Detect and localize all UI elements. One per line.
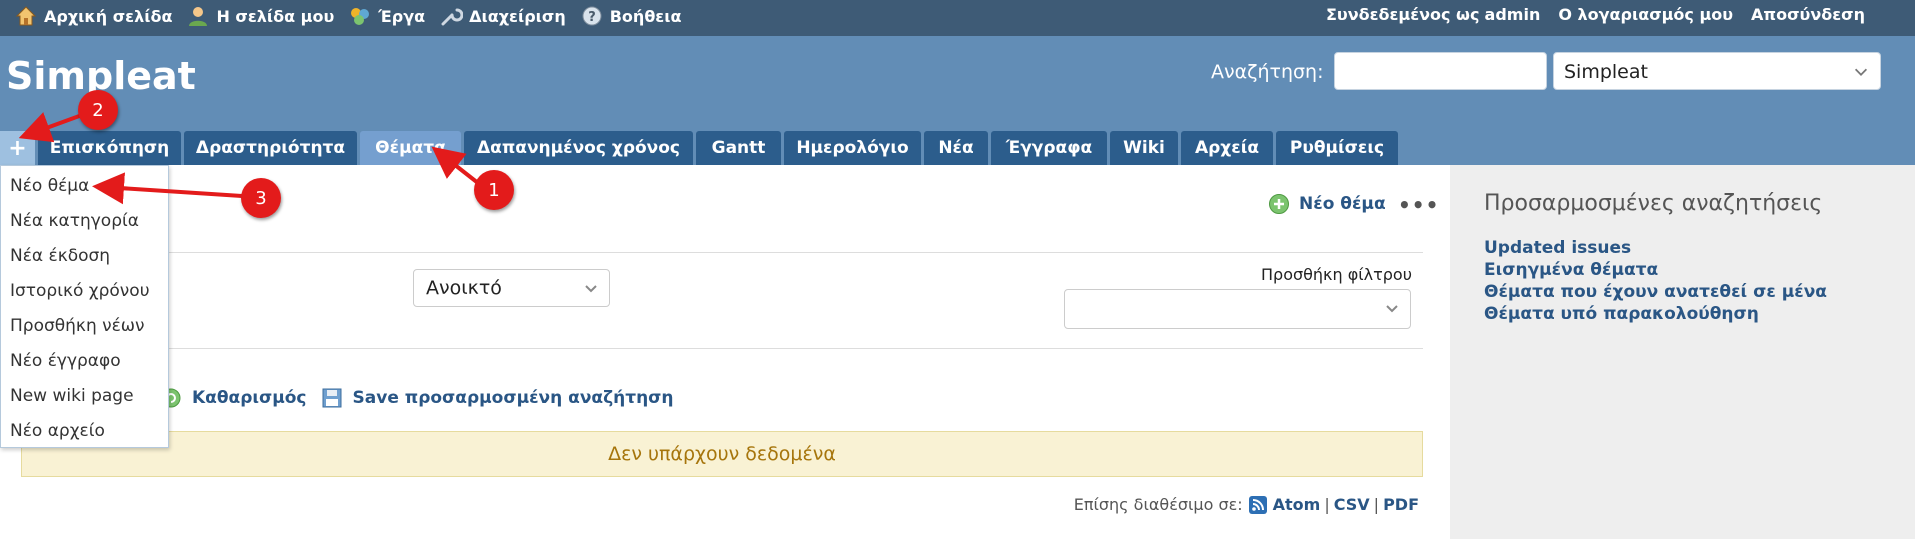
top-menu: Αρχική σελίδα Η σελίδα μου Έργα Διαχείρι… (0, 0, 1915, 36)
csv-link[interactable]: CSV (1334, 495, 1370, 514)
tab-gantt[interactable]: Gantt (696, 131, 781, 165)
clear-button[interactable]: Καθαρισμός (160, 387, 307, 409)
top-menu-administration[interactable]: Διαχείριση (439, 4, 566, 28)
tab-wiki[interactable]: Wiki (1110, 131, 1178, 165)
menu-item-new-file[interactable]: Νέο αρχείο (10, 421, 105, 441)
tab-news[interactable]: Νέα (924, 131, 988, 165)
top-menu-home[interactable]: Αρχική σελίδα (14, 4, 172, 28)
project-jump-value: Simpleat (1564, 61, 1648, 83)
also-available-label: Επίσης διαθέσιμο σε: (1073, 495, 1243, 514)
logout-link[interactable]: Αποσύνδεση (1751, 5, 1865, 24)
search-label: Αναζήτηση: (1211, 61, 1324, 83)
tab-files[interactable]: Αρχεία (1181, 131, 1273, 165)
menu-item-new-wiki-page[interactable]: New wiki page (10, 386, 134, 406)
logged-user[interactable]: admin (1485, 5, 1541, 24)
feed-icon (1248, 495, 1267, 514)
status-filter-select[interactable]: Ανοικτό (413, 269, 610, 307)
logged-prefix: Συνδεδεμένος ως (1325, 5, 1480, 24)
annotation-badge-3: 3 (241, 178, 281, 218)
divider (20, 348, 1423, 349)
new-object-button[interactable]: + (0, 131, 35, 165)
my-account-link[interactable]: Ο λογαριασμός μου (1558, 5, 1733, 24)
tab-issues[interactable]: Θέματα (360, 131, 461, 165)
top-menu-my-page-label: Η σελίδα μου (216, 6, 335, 26)
more-actions-icon[interactable]: ••• (1398, 193, 1439, 217)
tab-time-entries[interactable]: Δαπανημένος χρόνος (464, 131, 693, 165)
top-menu-administration-label: Διαχείριση (469, 6, 566, 26)
wrench-icon (441, 8, 464, 26)
top-menu-help-label: Βοήθεια (609, 6, 682, 26)
menu-item-new-document[interactable]: Νέο έγγραφο (10, 351, 121, 371)
header: Simpleat Αναζήτηση: Simpleat (0, 36, 1915, 131)
separator: | (1373, 495, 1380, 514)
logged-as: Συνδεδεμένος ως admin (1308, 5, 1540, 24)
status-filter-value: Ανοικτό (426, 277, 502, 299)
annotation-badge-1: 1 (474, 170, 514, 210)
new-object-menu: Νέο θέμα Νέα κατηγορία Νέα έκδοση Ιστορι… (0, 165, 169, 448)
menu-item-log-time[interactable]: Ιστορικό χρόνου (10, 281, 150, 301)
top-menu-left: Αρχική σελίδα Η σελίδα μου Έργα Διαχείρι… (14, 4, 695, 28)
add-filter-select[interactable] (1064, 289, 1411, 329)
svg-text:?: ? (588, 10, 596, 25)
search-input[interactable] (1334, 52, 1547, 90)
tab-activity[interactable]: Δραστηριότητα (184, 131, 357, 165)
tab-documents[interactable]: Έγγραφα (991, 131, 1107, 165)
top-menu-help[interactable]: ? Βοήθεια (580, 4, 682, 28)
new-issue-link[interactable]: Νέο θέμα (1268, 193, 1386, 215)
query-assigned-to-me[interactable]: Θέματα που έχουν ανατεθεί σε μένα (1484, 282, 1827, 302)
main-menu: + Επισκόπηση Δραστηριότητα Θέματα Δαπανη… (0, 131, 1915, 165)
clear-label: Καθαρισμός (192, 388, 307, 408)
sidebar: Προσαρμοσμένες αναζητήσεις Updated issue… (1450, 165, 1915, 539)
content-area: Νέο θέμα ••• Ανοικτό Προσθήκη φίλτρου Κα… (0, 165, 1450, 539)
query-reported-issues[interactable]: Εισηγμένα θέματα (1484, 260, 1658, 280)
chevron-down-icon (1386, 305, 1398, 313)
help-icon: ? (582, 6, 602, 26)
divider (20, 252, 1423, 253)
add-filter-label: Προσθήκη φίλτρου (1261, 265, 1412, 284)
menu-item-new-version[interactable]: Νέα έκδοση (10, 246, 110, 266)
tab-calendar[interactable]: Ημερολόγιο (784, 131, 921, 165)
tab-settings[interactable]: Ρυθμίσεις (1276, 131, 1398, 165)
menu-item-add-news[interactable]: Προσθήκη νέων (10, 316, 145, 336)
other-formats: Επίσης διαθέσιμο σε: Atom | CSV | PDF (1074, 495, 1423, 514)
add-icon (1269, 194, 1289, 214)
home-icon (15, 6, 37, 26)
save-icon (322, 388, 342, 408)
top-menu-my-page[interactable]: Η σελίδα μου (186, 4, 334, 28)
menu-item-new-category[interactable]: Νέα κατηγορία (10, 211, 139, 231)
chevron-down-icon (1854, 68, 1868, 76)
project-jump-select[interactable]: Simpleat (1553, 52, 1881, 90)
query-watched-issues[interactable]: Θέματα υπό παρακολούθηση (1484, 304, 1759, 324)
annotation-badge-2: 2 (78, 90, 118, 130)
query-updated-issues[interactable]: Updated issues (1484, 238, 1631, 258)
projects-icon (351, 8, 370, 25)
top-menu-projects[interactable]: Έργα (348, 4, 425, 28)
user-icon (189, 7, 208, 26)
save-query-button[interactable]: Save προσαρμοσμένη αναζήτηση (321, 387, 674, 409)
menu-item-new-issue[interactable]: Νέο θέμα (10, 176, 89, 196)
atom-link[interactable]: Atom (1273, 495, 1321, 514)
sidebar-title: Προσαρμοσμένες αναζητήσεις (1484, 191, 1823, 216)
top-menu-right: Συνδεδεμένος ως admin Ο λογαριασμός μου … (1308, 5, 1865, 24)
pdf-link[interactable]: PDF (1383, 495, 1419, 514)
chevron-down-icon (585, 285, 597, 293)
top-menu-projects-label: Έργα (378, 6, 426, 26)
new-issue-label: Νέο θέμα (1299, 194, 1386, 214)
top-menu-home-label: Αρχική σελίδα (44, 6, 173, 26)
save-query-label: Save προσαρμοσμένη αναζήτηση (352, 388, 674, 408)
separator: | (1324, 495, 1330, 514)
query-actions: Καθαρισμός Save προσαρμοσμένη αναζήτηση (160, 387, 688, 409)
tab-overview[interactable]: Επισκόπηση (38, 131, 181, 165)
no-data-message: Δεν υπάρχουν δεδομένα (21, 431, 1423, 477)
